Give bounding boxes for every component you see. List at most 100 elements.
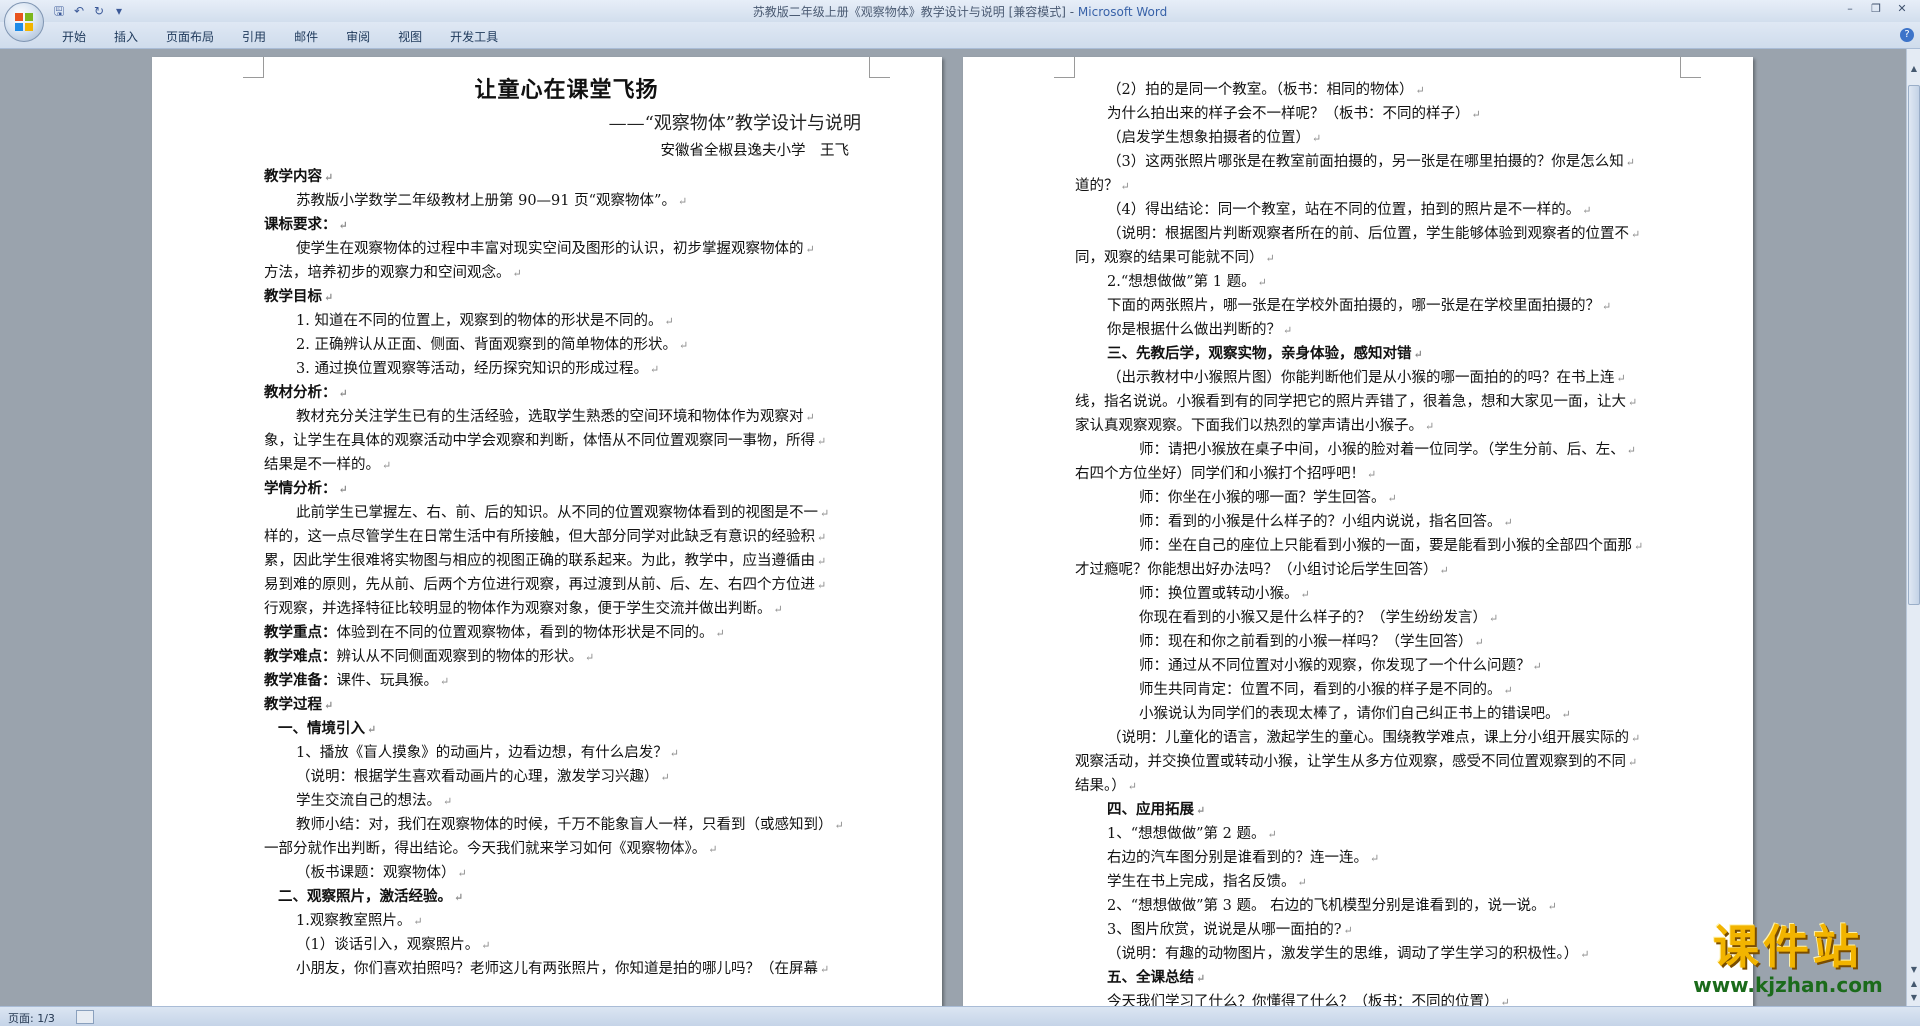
minimize-icon[interactable]: – <box>1838 0 1862 18</box>
paragraph-text: 教材充分关注学生已有的生活经验，选取学生熟悉的空间环境和物体作为观察对 <box>296 409 804 425</box>
page-1-content[interactable]: 让童心在课堂飞扬 ——“观察物体”教学设计与说明 安徽省全椒县逸夫小学 王飞 教… <box>264 71 869 981</box>
document-area[interactable]: 让童心在课堂飞扬 ——“观察物体”教学设计与说明 安徽省全椒县逸夫小学 王飞 教… <box>0 49 1906 1006</box>
paragraph-mark-icon: ↵ <box>1625 156 1635 169</box>
paragraph-mark-icon: ↵ <box>512 267 522 280</box>
paragraph-text: 师：你坐在小猴的哪一面？学生回答。 <box>1139 490 1386 506</box>
scroll-up-icon[interactable]: ▲ <box>1908 63 1920 75</box>
office-button[interactable] <box>4 2 44 42</box>
paragraph-line: 师：通过从不同位置对小猴的观察，你发现了一个什么问题？ ↵ <box>1075 654 1687 678</box>
page-2[interactable]: （2）拍的是同一个教室。（板书：相同的物体） ↵ 为什么拍出来的样子会不一样呢？（板… <box>963 57 1753 1006</box>
status-bar: 页面: 1/3 <box>0 1006 1920 1026</box>
paragraph-text: 才过瘾呢？你能想出好办法吗？（小组讨论后学生回答） <box>1075 562 1438 578</box>
paragraph-text: 使学生在观察物体的过程中丰富对现实空间及图形的认识，初步掌握观察物体的 <box>296 241 804 257</box>
paragraph-text: （说明：根据学生喜欢看动画片的心理，激发学习兴趣） <box>296 769 659 785</box>
paragraph-text: 右边的汽车图分别是谁看到的？连一连。 <box>1107 850 1368 866</box>
paragraph-line: 教学目标 ↵ <box>264 285 869 309</box>
paragraph-line: 二、观察照片，激活经验。 ↵ <box>264 885 869 909</box>
proofing-icon[interactable] <box>76 1010 94 1024</box>
paragraph-text: 1、“想想做做”第 2 题。 <box>1107 826 1266 842</box>
paragraph-mark-icon: ↵ <box>1425 420 1435 433</box>
paragraph-text: 累，因此学生很难将实物图与相应的视图正确的联系起来。为此，教学中，应当遵循由 <box>264 553 815 569</box>
paragraph-mark-icon: ↵ <box>820 507 830 520</box>
paragraph-line: 结果是不一样的。 ↵ <box>264 453 869 477</box>
tab-7[interactable]: 开发工具 <box>436 26 512 47</box>
paragraph-line: 师：看到的小猴是什么样子的？小组内说说，指名回答。 ↵ <box>1075 510 1687 534</box>
paragraph-text: 师：现在和你之前看到的小猴一样吗？（学生回答） <box>1139 634 1473 650</box>
paragraph-text: 观察活动，并交换位置或转动小猴，让学生从多方位观察，感受不同位置观察到的不同 <box>1075 754 1626 770</box>
paragraph-text: 小猴说认为同学们的表现太棒了，请你们自己纠正书上的错误吧。 <box>1139 706 1560 722</box>
page-1[interactable]: 让童心在课堂飞扬 ——“观察物体”教学设计与说明 安徽省全椒县逸夫小学 王飞 教… <box>152 57 942 1006</box>
paragraph-line: 五、全课总结 ↵ <box>1075 966 1687 990</box>
paragraph-mark-icon: ↵ <box>660 771 670 784</box>
paragraph-mark-icon: ↵ <box>1503 684 1513 697</box>
paragraph-line: （说明：有趣的动物图片，激发学生的思维，调动了学生学习的积极性。） ↵ <box>1075 942 1687 966</box>
paragraph-mark-icon: ↵ <box>1370 852 1380 865</box>
paragraph-mark-icon: ↵ <box>1413 348 1423 361</box>
paragraph-text: （说明：有趣的动物图片，激发学生的思维，调动了学生学习的积极性。） <box>1107 946 1579 962</box>
tab-3[interactable]: 引用 <box>228 26 280 47</box>
paragraph-line: 你是根据什么做出判断的？ ↵ <box>1075 318 1687 342</box>
page-2-content[interactable]: （2）拍的是同一个教室。（板书：相同的物体） ↵ 为什么拍出来的样子会不一样呢？（板… <box>1075 78 1687 1006</box>
scroll-down-icon[interactable]: ▼ <box>1908 964 1920 976</box>
app-name: Microsoft Word <box>1077 5 1168 19</box>
paragraph-text: （启发学生想象拍摄者的位置） <box>1107 130 1310 146</box>
paragraph-text: 师：换位置或转动小猴。 <box>1139 586 1299 602</box>
tab-0[interactable]: 开始 <box>48 26 100 47</box>
paragraph-mark-icon: ↵ <box>1415 84 1425 97</box>
paragraph-line: 道的？ ↵ <box>1075 174 1687 198</box>
paragraph-line: 师：坐在自己的座位上只能看到小猴的一面，要是能看到小猴的全部四个面那 ↵ <box>1075 534 1687 558</box>
paragraph-mark-icon: ↵ <box>678 339 689 352</box>
paragraph-text: 三、先教后学，观察实物，亲身体验，感知对错 <box>1107 345 1412 362</box>
document-author: 安徽省全椒县逸夫小学 王飞 <box>660 143 850 159</box>
paragraph-text: 五、全课总结 <box>1107 969 1194 986</box>
paragraph-line: 使学生在观察物体的过程中丰富对现实空间及图形的认识，初步掌握观察物体的 ↵ <box>264 237 869 261</box>
paragraph-mark-icon: ↵ <box>440 675 450 688</box>
paragraph-mark-icon: ↵ <box>324 699 334 712</box>
tab-1[interactable]: 插入 <box>100 26 152 47</box>
paragraph-mark-icon: ↵ <box>1196 972 1206 985</box>
tab-5[interactable]: 审阅 <box>332 26 384 47</box>
paragraph-mark-icon: ↵ <box>382 459 392 472</box>
paragraph-mark-icon: ↵ <box>1127 780 1137 793</box>
paragraph-mark-icon: ↵ <box>1312 132 1322 145</box>
paragraph-mark-icon: ↵ <box>1120 180 1130 193</box>
paragraph-mark-icon: ↵ <box>1367 468 1377 481</box>
paragraph-mark-icon: ↵ <box>1471 108 1481 121</box>
page-count[interactable]: 页面: 1/3 <box>8 1010 55 1026</box>
paragraph-line: 小朋友，你们喜欢拍照吗？老师这儿有两张照片，你知道是拍的哪儿吗？（在屏幕 ↵ <box>264 957 869 981</box>
paragraph-line: 2. 正确辨认从正面、侧面、背面观察到的简单物体的形状。 ↵ <box>264 333 869 357</box>
previous-page-icon[interactable]: ▲ <box>1908 978 1920 990</box>
paragraph-text: 此前学生已掌握左、右、前、后的知识。从不同的位置观察物体看到的视图是不一 <box>296 505 818 521</box>
paragraph-mark-icon: ↵ <box>805 243 815 256</box>
paragraph-text: 苏教版小学数学二年级教材上册第 90—91 页“观察物体”。 <box>296 193 676 209</box>
paragraph-mark-icon: ↵ <box>1265 252 1275 265</box>
paragraph-mark-icon: ↵ <box>664 315 674 328</box>
document-title-heading: 让童心在课堂飞扬 <box>474 77 659 103</box>
next-page-icon[interactable]: ▼ <box>1908 992 1920 1004</box>
tab-4[interactable]: 邮件 <box>280 26 332 47</box>
close-icon[interactable]: ✕ <box>1890 0 1914 18</box>
paragraph-mark-icon: ↵ <box>1196 804 1206 817</box>
tab-2[interactable]: 页面布局 <box>152 26 228 47</box>
restore-icon[interactable]: ❐ <box>1864 0 1888 18</box>
scroll-thumb[interactable] <box>1908 85 1920 605</box>
window-title: 苏教版二年级上册《观察物体》教学设计与说明 [兼容模式] - Microsoft… <box>0 3 1920 20</box>
paragraph-line: 小猴说认为同学们的表现太棒了，请你们自己纠正书上的错误吧。 ↵ <box>1075 702 1687 726</box>
paragraph-mark-icon: ↵ <box>1616 372 1626 385</box>
paragraph-line: 方法，培养初步的观察力和空间观念。 ↵ <box>264 261 869 285</box>
paragraph-line: 师：你坐在小猴的哪一面？学生回答。 ↵ <box>1075 486 1687 510</box>
paragraph-mark-icon: ↵ <box>324 171 334 184</box>
paragraph-line: （说明：根据学生喜欢看动画片的心理，激发学习兴趣） ↵ <box>264 765 869 789</box>
paragraph-mark-icon: ↵ <box>1267 828 1277 841</box>
paragraph-line: 教学重点：体验到在不同的位置观察物体，看到的物体形状是不同的。 ↵ <box>264 621 869 645</box>
paragraph-line: 一、情境引入 ↵ <box>264 717 869 741</box>
paragraph-mark-icon: ↵ <box>443 795 453 808</box>
paragraph-line: 1.观察教室照片。 ↵ <box>264 909 869 933</box>
paragraph-line: 今天我们学习了什么？你懂得了什么？（板书：不同的位置） ↵ <box>1075 990 1687 1006</box>
paragraph-text: （板书课题：观察物体） <box>296 865 456 881</box>
help-icon[interactable]: ? <box>1900 28 1914 42</box>
tab-6[interactable]: 视图 <box>384 26 436 47</box>
paragraph-mark-icon: ↵ <box>324 291 334 304</box>
paragraph-text: 师：坐在自己的座位上只能看到小猴的一面，要是能看到小猴的全部四个面那 <box>1139 538 1632 554</box>
vertical-scrollbar[interactable]: ▲ ▼ ▲ ▼ <box>1906 49 1920 1006</box>
